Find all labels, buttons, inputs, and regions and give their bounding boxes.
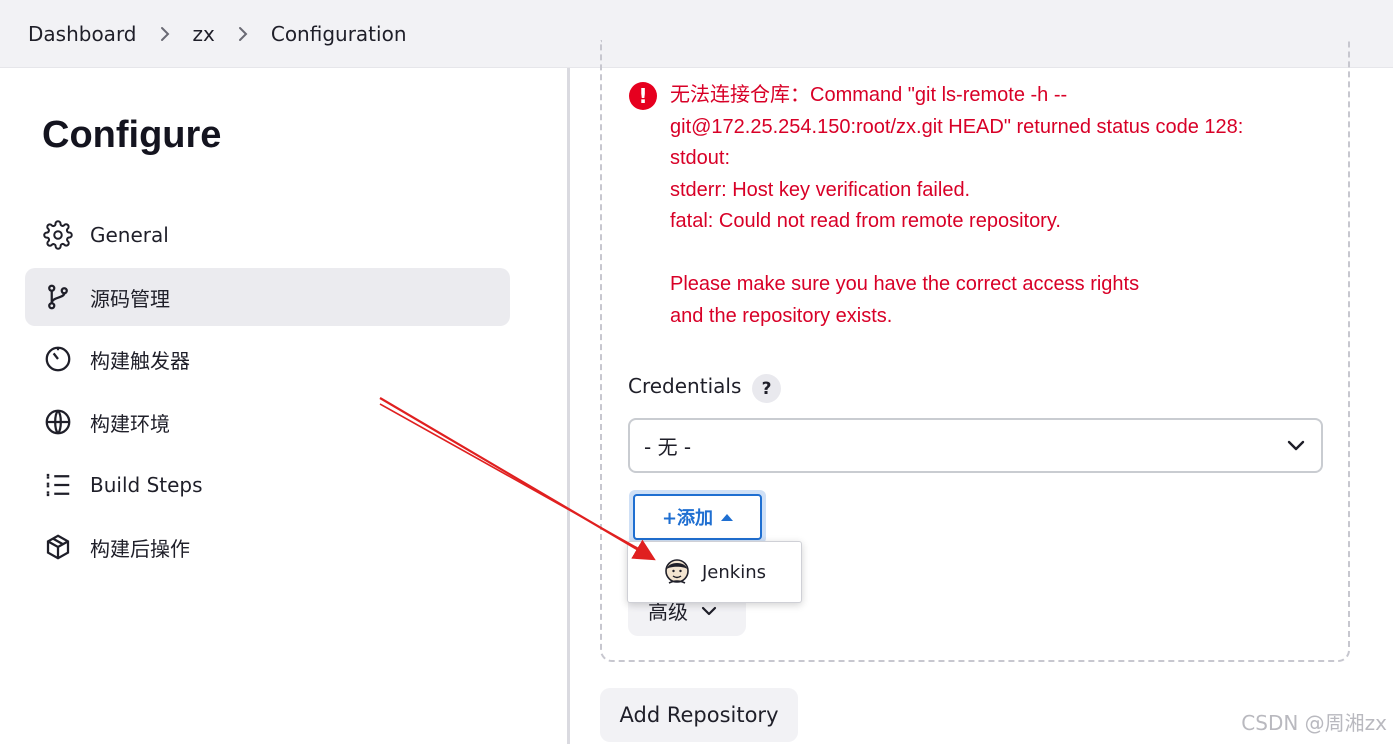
annotation-arrow — [379, 397, 656, 561]
watermark: CSDN @周湘zx — [1241, 711, 1387, 735]
